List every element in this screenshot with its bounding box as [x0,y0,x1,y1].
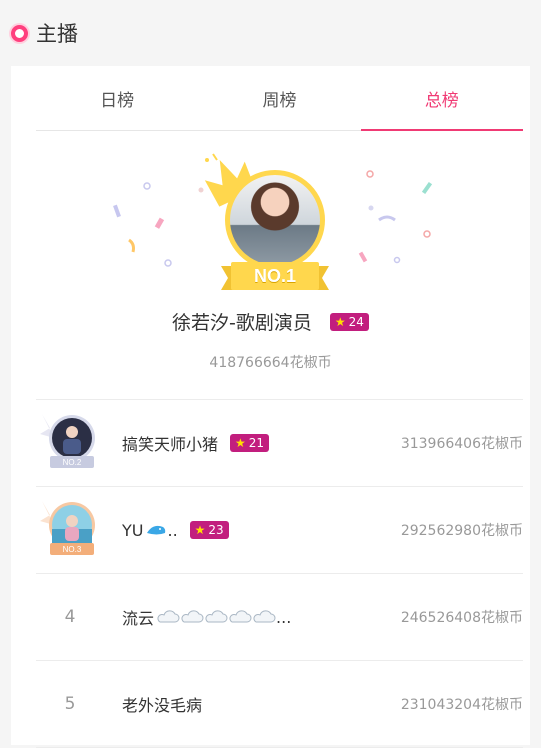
ranking-card: 日榜 周榜 总榜 NO.1 徐若汐-歌剧演员 ★ 24 418766664花椒币… [11,66,530,748]
rank-3-label: NO.3 [63,545,82,554]
dolphin-emoji-icon [147,525,166,535]
name-ellipsis: ... [276,607,292,627]
level-badge: ★ 24 [329,312,369,331]
star-icon: ★ [334,314,346,329]
tab-weekly[interactable]: 周榜 [198,66,360,130]
star-icon: ★ [235,436,246,450]
streamer-name[interactable]: 搞笑天师小猪 [122,431,218,455]
level-value: 24 [348,314,364,329]
coins-value: 246526408花椒币 [400,610,523,626]
cloud-icon [253,610,276,623]
coins-value: 292562980花椒币 [400,523,523,539]
coins-value: 231043204花椒币 [400,697,523,713]
list-item[interactable]: 5 老外没毛病 231043204花椒币 [36,660,523,748]
rank-2-label: NO.2 [63,458,82,467]
section-header: 主播 [0,0,541,66]
streamer-name-row: 老外没毛病 [122,692,202,716]
champion-block: NO.1 徐若汐-歌剧演员 ★ 24 418766664花椒币 [11,130,530,400]
star-icon: ★ [194,523,206,537]
rank-3-avatar-badge: NO.3 [40,501,95,555]
cloud-icon [229,610,252,623]
streamer-name[interactable]: YU [122,521,143,540]
champion-name-row: 徐若汐-歌剧演员 ★ 24 [11,308,530,335]
champion-avatar[interactable] [225,170,325,270]
level-value: 21 [248,436,265,450]
coins-value: 313966406花椒币 [400,436,523,452]
streamer-name-row: 搞笑天师小猪 ★ 21 [122,431,270,455]
streamer-name-row: YU .. ★ 23 [122,521,229,540]
cloud-icon [181,610,204,623]
list-item[interactable]: NO.2 搞笑天师小猪 ★ 21 313966406花椒币 [36,399,523,486]
rank-2-avatar-badge: NO.2 [40,414,95,468]
tab-bar: 日榜 周榜 总榜 [36,66,524,131]
section-title: 主播 [36,22,78,46]
rank-number: 4 [64,607,76,627]
streamer-name[interactable]: 老外没毛病 [122,692,202,716]
level-value: 23 [208,523,224,537]
tab-total[interactable]: 总榜 [360,66,524,131]
level-badge: ★ 23 [189,521,229,539]
cloud-icon [205,610,228,623]
name-ellipsis: .. [167,520,178,540]
tab-daily[interactable]: 日榜 [36,66,198,130]
list-item[interactable]: 4 流云 ... 246526408花椒币 [36,573,523,660]
level-badge: ★ 21 [230,434,270,452]
list-item[interactable]: NO.3 YU .. ★ 23 292562980花椒币 [36,486,523,573]
streamer-name-row: 流云 ... [122,605,291,629]
ring-icon [11,24,28,42]
ranking-list: NO.2 搞笑天师小猪 ★ 21 313966406花椒币 NO.3 YU ..… [36,399,523,748]
champion-name[interactable]: 徐若汐-歌剧演员 [172,308,312,335]
streamer-name[interactable]: 流云 [122,605,154,629]
rank-label: NO.1 [253,266,296,286]
cloud-icon [157,610,180,623]
rank-number: 5 [64,694,76,714]
champion-coins: 418766664花椒币 [209,355,332,371]
cloud-emoji-icons [156,610,276,624]
